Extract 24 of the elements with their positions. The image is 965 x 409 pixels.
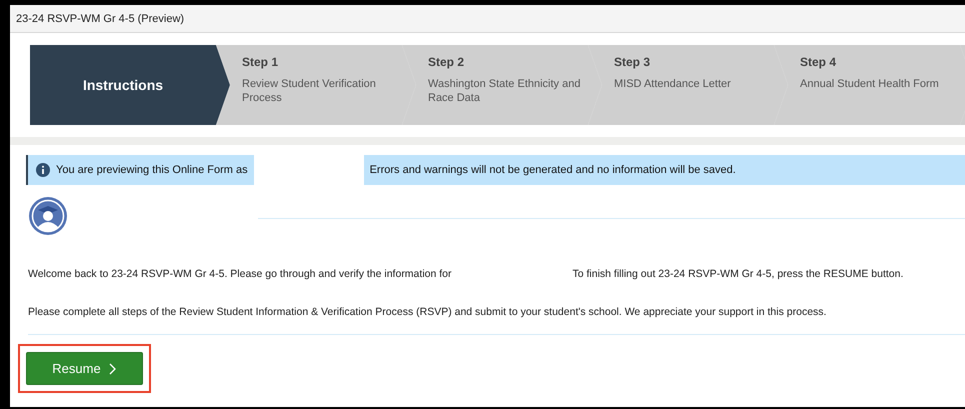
step-label: Annual Student Health Form — [800, 77, 939, 91]
step-tab[interactable]: Step 1 Review Student Verification Process — [216, 45, 416, 125]
welcome-text: Welcome back to 23-24 RSVP-WM Gr 4-5. Please go through and verify the information for — [28, 268, 452, 280]
step-label: Instructions — [82, 78, 164, 92]
step-label: Review Student Verification Process — [242, 77, 377, 105]
step-tab[interactable]: Instructions — [30, 45, 230, 125]
step-number: Step 3 — [614, 55, 650, 69]
notice-text: You are previewing this Online Form as — [56, 164, 248, 176]
step-number: Step 2 — [428, 55, 464, 69]
info-icon — [36, 163, 50, 177]
window-title: 23-24 RSVP-WM Gr 4-5 (Preview) — [10, 5, 965, 33]
step-number: Step 1 — [242, 55, 278, 69]
step-tab[interactable]: Step 2 Washington State Ethnicity and Race Data — [402, 45, 602, 125]
chevron-right-icon — [108, 362, 117, 374]
student-avatar-icon — [28, 196, 68, 236]
welcome-text: To finish filling out 23-24 RSVP-WM Gr 4-5, press the RESUME button. — [572, 268, 904, 280]
resume-button[interactable]: Resume — [26, 352, 143, 385]
step-number: Step 4 — [800, 55, 836, 69]
step-label: MISD Attendance Letter — [614, 77, 731, 91]
step-tab[interactable]: Step 4 Annual Student Health Form — [774, 45, 965, 125]
notice-text: Errors and warnings will not be generated and no information will be saved. — [370, 164, 736, 176]
instructions-text: Please complete all steps of the Review Student Information & Verification Process (RSVP) and submit to your student's school. We appreciate your support in this process. — [28, 306, 828, 318]
step-tab[interactable]: Step 3 MISD Attendance Letter — [588, 45, 788, 125]
step-label: Washington State Ethnicity and Race Data — [428, 77, 582, 105]
